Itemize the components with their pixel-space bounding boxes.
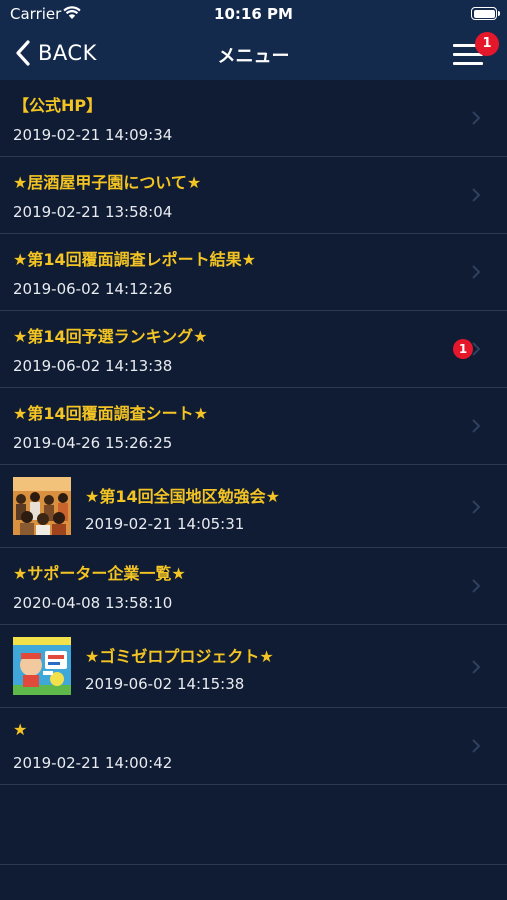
- item-title: ★ゴミゼロプロジェクト★: [85, 647, 274, 666]
- item-title: ★: [13, 720, 28, 739]
- item-date: 2019-02-21 14:09:34: [13, 126, 173, 144]
- status-bar: Carrier 10:16 PM: [0, 0, 507, 28]
- seminar-photo-image: [13, 477, 71, 535]
- item-title: ★居酒屋甲子園について★: [13, 173, 202, 192]
- list-item[interactable]: ★ゴミゼロプロジェクト★ 2019-06-02 14:15:38: [0, 625, 507, 708]
- list-item[interactable]: ★ 2019-02-21 14:00:42: [0, 708, 507, 785]
- project-poster-image: [13, 637, 71, 695]
- project-poster-thumbnail: [13, 637, 71, 695]
- hamburger-icon-bar: [453, 62, 483, 65]
- chevron-right-icon: [472, 188, 481, 202]
- chevron-right-icon: [472, 660, 481, 674]
- page-title: メニュー: [217, 46, 290, 67]
- item-title: ★第14回覆面調査レポート結果★: [13, 250, 256, 269]
- chevron-right-icon: [472, 342, 481, 356]
- battery-icon: [471, 7, 500, 20]
- chevron-right-icon: [472, 419, 481, 433]
- item-title: ★第14回覆面調査シート★: [13, 404, 208, 423]
- list-item[interactable]: ★居酒屋甲子園について★ 2019-02-21 13:58:04: [0, 157, 507, 234]
- chevron-right-icon: [472, 111, 481, 125]
- item-date: 2019-02-21 13:58:04: [13, 203, 173, 221]
- item-date: 2019-06-02 14:15:38: [85, 675, 245, 693]
- seminar-photo-thumbnail: [13, 477, 71, 535]
- menu-list: 【公式HP】 2019-02-21 14:09:34 ★居酒屋甲子園について★ …: [0, 80, 507, 785]
- list-item[interactable]: ★第14回全国地区勉強会★ 2019-02-21 14:05:31: [0, 465, 507, 548]
- list-item[interactable]: 【公式HP】 2019-02-21 14:09:34: [0, 80, 507, 157]
- item-date: 2019-02-21 14:00:42: [13, 754, 173, 772]
- item-date: 2020-04-08 13:58:10: [13, 594, 173, 612]
- item-date: 2019-06-02 14:13:38: [13, 357, 173, 375]
- notification-badge: 1: [453, 339, 473, 359]
- item-date: 2019-04-26 15:26:25: [13, 434, 173, 452]
- list-item[interactable]: ★第14回予選ランキング★ 2019-06-02 14:13:38 1: [0, 311, 507, 388]
- clock: 10:16 PM: [214, 5, 293, 23]
- list-item[interactable]: ★第14回覆面調査シート★ 2019-04-26 15:26:25: [0, 388, 507, 465]
- notification-badge: 1: [475, 32, 499, 56]
- item-date: 2019-06-02 14:12:26: [13, 280, 173, 298]
- item-title: ★サポーター企業一覧★: [13, 564, 186, 583]
- chevron-right-icon: [472, 265, 481, 279]
- list-item[interactable]: ★サポーター企業一覧★ 2020-04-08 13:58:10: [0, 548, 507, 625]
- chevron-right-icon: [472, 500, 481, 514]
- divider: [0, 864, 507, 865]
- chevron-right-icon: [472, 579, 481, 593]
- hamburger-icon-bar: [453, 53, 483, 56]
- item-title: 【公式HP】: [13, 96, 103, 115]
- navigation-bar: BACK メニュー 1: [0, 28, 507, 80]
- item-date: 2019-02-21 14:05:31: [85, 515, 245, 533]
- item-title: ★第14回全国地区勉強会★: [85, 487, 280, 506]
- list-item[interactable]: ★第14回覆面調査レポート結果★ 2019-06-02 14:12:26: [0, 234, 507, 311]
- chevron-right-icon: [472, 739, 481, 753]
- hamburger-menu-button[interactable]: 1: [451, 32, 499, 68]
- item-title: ★第14回予選ランキング★: [13, 327, 208, 346]
